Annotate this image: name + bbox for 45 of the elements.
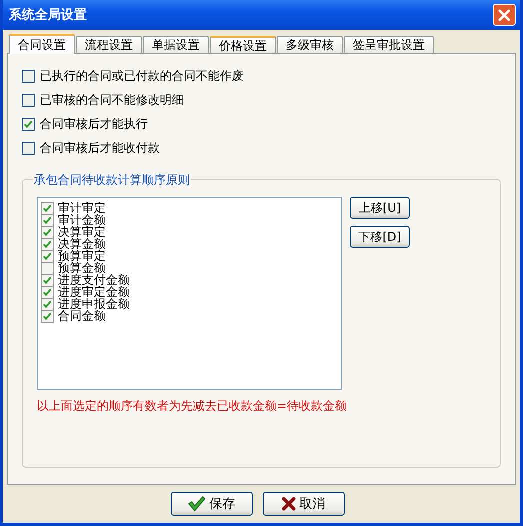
list-item[interactable]: 决算审定 — [58, 226, 106, 238]
list-item[interactable]: 合同金额 — [58, 310, 106, 322]
close-button[interactable] — [493, 4, 516, 26]
close-icon — [498, 8, 511, 22]
checkbox[interactable] — [41, 202, 54, 214]
checkbox[interactable] — [41, 274, 54, 286]
list-item[interactable]: 进度申报金额 — [58, 298, 130, 310]
checkbox[interactable] — [41, 238, 54, 250]
checkbox[interactable] — [41, 250, 54, 262]
checkbox[interactable] — [22, 142, 35, 154]
note-text: 以上面选定的顺序有数者为先减去已收款金额=待收款金额 — [37, 398, 348, 415]
tab[interactable]: 价格设置 — [210, 36, 276, 53]
checkbox[interactable] — [41, 262, 54, 274]
checkbox[interactable] — [41, 214, 54, 226]
tab[interactable]: 多级审核 — [277, 36, 343, 53]
move-button[interactable]: 上移[U] — [350, 197, 410, 219]
window-title: 系统全局设置 — [9, 6, 87, 24]
list-item[interactable]: 预算审定 — [58, 250, 106, 262]
list-item[interactable]: 决算金额 — [58, 238, 106, 250]
list-item[interactable]: 审计审定 — [58, 202, 106, 214]
checkbox-label[interactable]: 合同审核后才能执行 — [40, 116, 148, 132]
list-item[interactable]: 进度审定金额 — [58, 286, 130, 298]
tab[interactable]: 合同设置 — [9, 34, 75, 54]
checkbox-label[interactable]: 合同审核后才能收付款 — [40, 140, 160, 156]
checkbox-label[interactable]: 已执行的合同或已付款的合同不能作废 — [40, 68, 244, 84]
tab[interactable]: 签呈审批设置 — [344, 36, 434, 53]
tab[interactable]: 单据设置 — [143, 36, 209, 53]
cancel-button[interactable]: 取消 — [262, 492, 344, 516]
checkbox[interactable] — [41, 286, 54, 298]
checkbox[interactable] — [22, 118, 35, 130]
list-item[interactable]: 预算金额 — [58, 262, 106, 274]
checkbox[interactable] — [41, 298, 54, 310]
list-item[interactable]: 进度支付金额 — [58, 274, 130, 286]
move-button[interactable]: 下移[D] — [350, 226, 410, 248]
tab[interactable]: 流程设置 — [76, 36, 142, 53]
checkbox[interactable] — [22, 94, 35, 106]
checkmark-icon — [188, 496, 206, 512]
checkbox[interactable] — [22, 70, 35, 82]
checkbox-label[interactable]: 已审核的合同不能修改明细 — [40, 92, 184, 108]
checkbox[interactable] — [41, 226, 54, 238]
list-item[interactable]: 审计金额 — [58, 214, 106, 226]
group-title: 承包合同待收款计算顺序原则 — [33, 172, 191, 189]
save-button[interactable]: 保存 — [170, 492, 252, 516]
cross-icon — [282, 497, 296, 511]
checkbox[interactable] — [41, 310, 54, 322]
